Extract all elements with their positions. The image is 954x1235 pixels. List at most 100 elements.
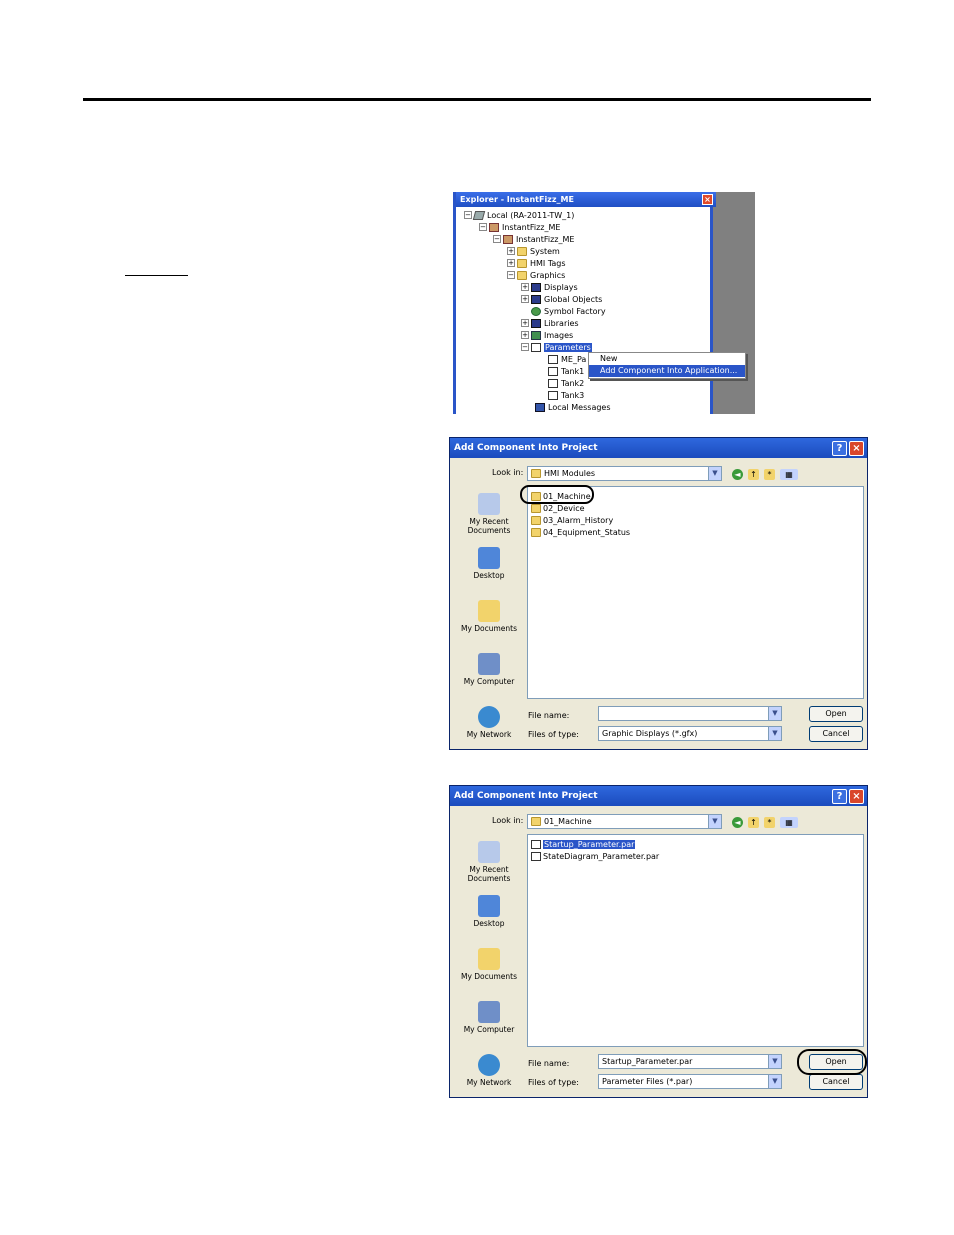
- add-component-dialog-2: Add Component Into Project ? × Look in: …: [449, 785, 868, 1098]
- file-list: Startup_Parameter.par StateDiagram_Param…: [527, 834, 864, 1047]
- file-name-input[interactable]: ▼: [598, 706, 782, 721]
- recent-documents-icon: [478, 493, 500, 515]
- place-my-network[interactable]: My Network: [456, 1054, 522, 1087]
- displays-icon: [531, 282, 541, 292]
- chevron-down-icon[interactable]: ▼: [768, 707, 781, 720]
- expand-icon[interactable]: +: [507, 247, 515, 255]
- new-folder-icon[interactable]: *: [764, 468, 775, 480]
- expand-icon[interactable]: +: [521, 283, 529, 291]
- expand-icon[interactable]: +: [507, 259, 515, 267]
- chevron-down-icon[interactable]: ▼: [708, 467, 721, 480]
- collapse-icon[interactable]: −: [507, 271, 515, 279]
- expand-icon[interactable]: +: [521, 331, 529, 339]
- collapse-icon[interactable]: −: [479, 223, 487, 231]
- look-in-combo[interactable]: HMI Modules ▼: [527, 466, 722, 481]
- application-icon: [489, 222, 499, 232]
- file-type-value: Graphic Displays (*.gfx): [602, 729, 698, 738]
- highlight-circle: [520, 485, 594, 504]
- place-label: My Computer: [463, 677, 515, 686]
- file-name-value: Startup_Parameter.par: [602, 1057, 693, 1066]
- look-in-value: 01_Machine: [544, 817, 592, 826]
- place-recent[interactable]: My Recent Documents: [456, 493, 522, 535]
- collapse-icon[interactable]: −: [493, 235, 501, 243]
- help-icon[interactable]: ?: [832, 789, 847, 804]
- file-type-select[interactable]: Graphic Displays (*.gfx) ▼: [598, 726, 782, 741]
- help-icon[interactable]: ?: [832, 441, 847, 456]
- recent-documents-icon: [478, 841, 500, 863]
- tree-item-me-pa[interactable]: ME_Pa: [548, 353, 586, 365]
- tree-item-tank1[interactable]: Tank1: [548, 365, 584, 377]
- place-my-network[interactable]: My Network: [456, 706, 522, 739]
- place-desktop[interactable]: Desktop: [456, 895, 522, 928]
- tree-item-tank3[interactable]: Tank3: [548, 389, 584, 401]
- open-button[interactable]: Open: [809, 706, 863, 722]
- tree-label-selected: Parameters: [544, 342, 592, 352]
- folder-icon: [531, 527, 541, 537]
- place-my-computer[interactable]: My Computer: [456, 1001, 522, 1034]
- collapse-icon[interactable]: −: [521, 343, 529, 351]
- tree-label: Images: [544, 330, 574, 340]
- list-item-selected[interactable]: Startup_Parameter.par: [531, 838, 636, 850]
- tree-item-app[interactable]: − InstantFizz_ME: [479, 221, 560, 233]
- tree-item-images[interactable]: + Images: [521, 329, 573, 341]
- chevron-down-icon[interactable]: ▼: [768, 1075, 781, 1088]
- chevron-down-icon[interactable]: ▼: [708, 815, 721, 828]
- file-name-input[interactable]: Startup_Parameter.par ▼: [598, 1054, 782, 1069]
- views-menu-icon[interactable]: ▦: [780, 468, 798, 480]
- dialog-title: Add Component Into Project: [454, 443, 598, 453]
- tree-item-hmi-tags[interactable]: + HMI Tags: [507, 257, 566, 269]
- parameter-file-icon: [531, 839, 541, 849]
- file-type-select[interactable]: Parameter Files (*.par) ▼: [598, 1074, 782, 1089]
- tree-item-local[interactable]: − Local (RA-2011-TW_1): [464, 209, 574, 221]
- place-label: My Documents: [460, 624, 518, 633]
- close-icon[interactable]: ×: [849, 789, 864, 804]
- collapse-icon[interactable]: −: [464, 211, 472, 219]
- place-my-documents[interactable]: My Documents: [456, 948, 522, 981]
- document-icon: [548, 378, 558, 388]
- views-menu-icon[interactable]: ▦: [780, 816, 798, 828]
- tree-label: HMI Tags: [530, 258, 566, 268]
- list-item[interactable]: StateDiagram_Parameter.par: [531, 850, 659, 862]
- place-recent[interactable]: My Recent Documents: [456, 841, 522, 883]
- tree-item-local-messages[interactable]: Local Messages: [535, 401, 611, 413]
- explorer-window: Explorer - InstantFizz_ME × − Local (RA-…: [453, 192, 755, 414]
- look-in-value: HMI Modules: [544, 469, 596, 478]
- chevron-down-icon[interactable]: ▼: [768, 1055, 781, 1068]
- place-my-documents[interactable]: My Documents: [456, 600, 522, 633]
- dialog-toolbar: ◄ ↑ * ▦: [732, 815, 798, 829]
- tree-item-symbol-factory[interactable]: Symbol Factory: [531, 305, 606, 317]
- place-label: Desktop: [473, 919, 505, 928]
- back-icon[interactable]: ◄: [732, 816, 743, 828]
- place-desktop[interactable]: Desktop: [456, 547, 522, 580]
- place-label: My Computer: [463, 1025, 515, 1034]
- list-item[interactable]: 03_Alarm_History: [531, 514, 613, 526]
- document-icon: [531, 342, 541, 352]
- tree-item-app-inner[interactable]: − InstantFizz_ME: [493, 233, 574, 245]
- list-item[interactable]: 04_Equipment_Status: [531, 526, 630, 538]
- my-documents-icon: [478, 948, 500, 970]
- expand-icon[interactable]: +: [521, 319, 529, 327]
- up-folder-icon[interactable]: ↑: [748, 468, 759, 480]
- close-icon[interactable]: ×: [702, 194, 713, 205]
- close-icon[interactable]: ×: [849, 441, 864, 456]
- chevron-down-icon[interactable]: ▼: [768, 727, 781, 740]
- cancel-button[interactable]: Cancel: [809, 726, 863, 742]
- new-folder-icon[interactable]: *: [764, 816, 775, 828]
- context-menu-new[interactable]: New: [589, 353, 745, 365]
- tree-item-graphics[interactable]: − Graphics: [507, 269, 565, 281]
- back-icon[interactable]: ◄: [732, 468, 743, 480]
- tree-item-parameters[interactable]: − Parameters: [521, 341, 592, 353]
- tree-item-tank2[interactable]: Tank2: [548, 377, 584, 389]
- place-label: My Network: [466, 1078, 512, 1087]
- tree-item-global-objects[interactable]: + Global Objects: [521, 293, 602, 305]
- tree-label: InstantFizz_ME: [502, 222, 561, 232]
- tree-item-displays[interactable]: + Displays: [521, 281, 578, 293]
- tree-item-system[interactable]: + System: [507, 245, 560, 257]
- context-menu-add-component[interactable]: Add Component Into Application...: [589, 365, 745, 377]
- look-in-combo[interactable]: 01_Machine ▼: [527, 814, 722, 829]
- cancel-button[interactable]: Cancel: [809, 1074, 863, 1090]
- tree-item-libraries[interactable]: + Libraries: [521, 317, 579, 329]
- up-folder-icon[interactable]: ↑: [748, 816, 759, 828]
- expand-icon[interactable]: +: [521, 295, 529, 303]
- place-my-computer[interactable]: My Computer: [456, 653, 522, 686]
